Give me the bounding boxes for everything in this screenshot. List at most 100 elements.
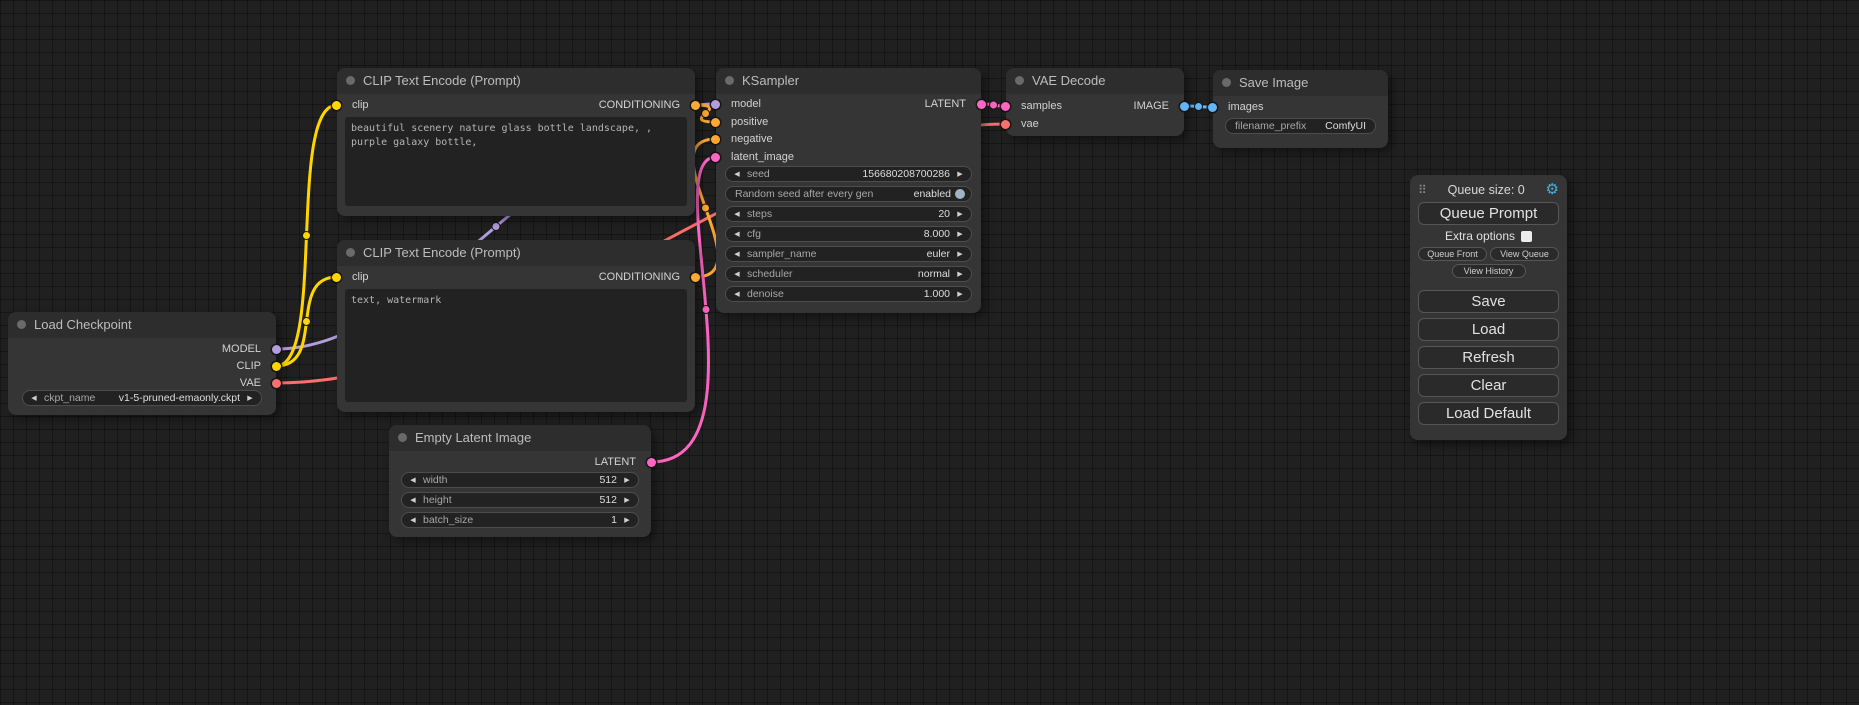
arrow-right-icon[interactable]: ▶ xyxy=(621,497,633,504)
arrow-left-icon[interactable]: ◀ xyxy=(731,271,743,278)
settings-gear-icon[interactable]: ⚙ xyxy=(1546,182,1559,197)
port-latent-image-input[interactable] xyxy=(711,153,720,162)
node-load-checkpoint[interactable]: Load Checkpoint MODEL CLIP VAE ◀ ckpt_na… xyxy=(8,312,276,415)
port-clip-input[interactable] xyxy=(332,273,341,282)
view-history-button[interactable]: View History xyxy=(1452,264,1526,278)
node-title-bar[interactable]: CLIP Text Encode (Prompt) xyxy=(337,68,695,94)
arrow-left-icon[interactable]: ◀ xyxy=(731,291,743,298)
collapse-dot-icon[interactable] xyxy=(1222,78,1231,87)
node-title-label: KSampler xyxy=(742,73,799,88)
widget-scheduler[interactable]: ◀ scheduler normal ▶ xyxy=(725,266,972,282)
arrow-left-icon[interactable]: ◀ xyxy=(407,497,419,504)
arrow-left-icon[interactable]: ◀ xyxy=(731,251,743,258)
queue-prompt-button[interactable]: Queue Prompt xyxy=(1418,202,1559,225)
port-image-output[interactable] xyxy=(1180,102,1189,111)
port-vae-input[interactable] xyxy=(1001,120,1010,129)
collapse-dot-icon[interactable] xyxy=(346,248,355,257)
negative-prompt-textarea[interactable]: text, watermark xyxy=(345,289,687,402)
widget-cfg[interactable]: ◀ cfg 8.000 ▶ xyxy=(725,226,972,242)
collapse-dot-icon[interactable] xyxy=(17,320,26,329)
arrow-left-icon[interactable]: ◀ xyxy=(731,211,743,218)
widget-random-seed[interactable]: Random seed after every gen enabled xyxy=(725,186,972,202)
output-label-latent: LATENT xyxy=(925,96,966,113)
port-vae-output[interactable] xyxy=(272,379,281,388)
output-label-conditioning: CONDITIONING xyxy=(599,269,680,286)
arrow-left-icon[interactable]: ◀ xyxy=(407,517,419,524)
port-latent-output[interactable] xyxy=(647,458,656,467)
widget-width[interactable]: ◀ width 512 ▶ xyxy=(401,472,639,488)
node-title-bar[interactable]: Save Image xyxy=(1213,70,1388,96)
node-clip-text-encode-positive[interactable]: CLIP Text Encode (Prompt) clip CONDITION… xyxy=(337,68,695,216)
port-conditioning-output[interactable] xyxy=(691,101,700,110)
node-title-bar[interactable]: Load Checkpoint xyxy=(8,312,276,338)
port-negative-input[interactable] xyxy=(711,135,720,144)
slot-row: LATENT xyxy=(389,454,651,471)
widget-ckpt-name[interactable]: ◀ ckpt_name v1-5-pruned-emaonly.ckpt ▶ xyxy=(22,390,262,406)
node-graph-canvas[interactable]: Load Checkpoint MODEL CLIP VAE ◀ ckpt_na… xyxy=(0,0,1859,705)
drag-handle-icon[interactable]: ⠿ xyxy=(1418,183,1427,197)
view-queue-button[interactable]: View Queue xyxy=(1490,247,1559,261)
port-conditioning-output[interactable] xyxy=(691,273,700,282)
collapse-dot-icon[interactable] xyxy=(398,433,407,442)
widget-value: normal xyxy=(918,268,950,280)
collapse-dot-icon[interactable] xyxy=(1015,76,1024,85)
arrow-right-icon[interactable]: ▶ xyxy=(954,251,966,258)
collapse-dot-icon[interactable] xyxy=(725,76,734,85)
node-title-label: CLIP Text Encode (Prompt) xyxy=(363,73,521,88)
node-title-bar[interactable]: KSampler xyxy=(716,68,981,94)
toggle-icon[interactable] xyxy=(955,189,965,199)
port-images-input[interactable] xyxy=(1208,103,1217,112)
node-empty-latent-image[interactable]: Empty Latent Image LATENT ◀ width 512 ▶ … xyxy=(389,425,651,537)
node-ksampler[interactable]: KSampler model LATENT positive negative … xyxy=(716,68,981,313)
slot-row: latent_image xyxy=(716,149,981,166)
port-clip-output[interactable] xyxy=(272,362,281,371)
node-title-label: Load Checkpoint xyxy=(34,317,132,332)
arrow-right-icon[interactable]: ▶ xyxy=(954,291,966,298)
port-samples-input[interactable] xyxy=(1001,102,1010,111)
arrow-left-icon[interactable]: ◀ xyxy=(731,171,743,178)
refresh-button[interactable]: Refresh xyxy=(1418,346,1559,369)
node-title-bar[interactable]: VAE Decode xyxy=(1006,68,1184,94)
widget-seed[interactable]: ◀ seed 156680208700286 ▶ xyxy=(725,166,972,182)
slot-row: clip CONDITIONING xyxy=(337,269,695,286)
port-model-output[interactable] xyxy=(272,345,281,354)
load-default-button[interactable]: Load Default xyxy=(1418,402,1559,425)
load-button[interactable]: Load xyxy=(1418,318,1559,341)
node-title-label: VAE Decode xyxy=(1032,73,1105,88)
save-button[interactable]: Save xyxy=(1418,290,1559,313)
arrow-right-icon[interactable]: ▶ xyxy=(621,517,633,524)
arrow-left-icon[interactable]: ◀ xyxy=(407,477,419,484)
widget-filename-prefix[interactable]: filename_prefix ComfyUI xyxy=(1225,118,1376,134)
arrow-right-icon[interactable]: ▶ xyxy=(954,171,966,178)
queue-front-button[interactable]: Queue Front xyxy=(1418,247,1487,261)
clear-button[interactable]: Clear xyxy=(1418,374,1559,397)
widget-sampler-name[interactable]: ◀ sampler_name euler ▶ xyxy=(725,246,972,262)
slot-row: negative xyxy=(716,131,981,148)
collapse-dot-icon[interactable] xyxy=(346,76,355,85)
history-row: View History xyxy=(1418,264,1559,278)
arrow-right-icon[interactable]: ▶ xyxy=(954,211,966,218)
arrow-left-icon[interactable]: ◀ xyxy=(28,395,40,402)
node-title-bar[interactable]: CLIP Text Encode (Prompt) xyxy=(337,240,695,266)
widget-value: 20 xyxy=(938,208,950,220)
extra-options-checkbox[interactable] xyxy=(1521,231,1532,242)
port-model-input[interactable] xyxy=(711,100,720,109)
widget-batch-size[interactable]: ◀ batch_size 1 ▶ xyxy=(401,512,639,528)
node-clip-text-encode-negative[interactable]: CLIP Text Encode (Prompt) clip CONDITION… xyxy=(337,240,695,412)
node-vae-decode[interactable]: VAE Decode samples IMAGE vae xyxy=(1006,68,1184,136)
port-positive-input[interactable] xyxy=(711,118,720,127)
arrow-left-icon[interactable]: ◀ xyxy=(731,231,743,238)
positive-prompt-textarea[interactable]: beautiful scenery nature glass bottle la… xyxy=(345,117,687,206)
port-latent-output[interactable] xyxy=(977,100,986,109)
port-clip-input[interactable] xyxy=(332,101,341,110)
widget-steps[interactable]: ◀ steps 20 ▶ xyxy=(725,206,972,222)
widget-label: cfg xyxy=(747,228,761,240)
node-title-bar[interactable]: Empty Latent Image xyxy=(389,425,651,451)
arrow-right-icon[interactable]: ▶ xyxy=(244,395,256,402)
arrow-right-icon[interactable]: ▶ xyxy=(954,231,966,238)
widget-height[interactable]: ◀ height 512 ▶ xyxy=(401,492,639,508)
arrow-right-icon[interactable]: ▶ xyxy=(621,477,633,484)
node-save-image[interactable]: Save Image images filename_prefix ComfyU… xyxy=(1213,70,1388,148)
widget-denoise[interactable]: ◀ denoise 1.000 ▶ xyxy=(725,286,972,302)
arrow-right-icon[interactable]: ▶ xyxy=(954,271,966,278)
